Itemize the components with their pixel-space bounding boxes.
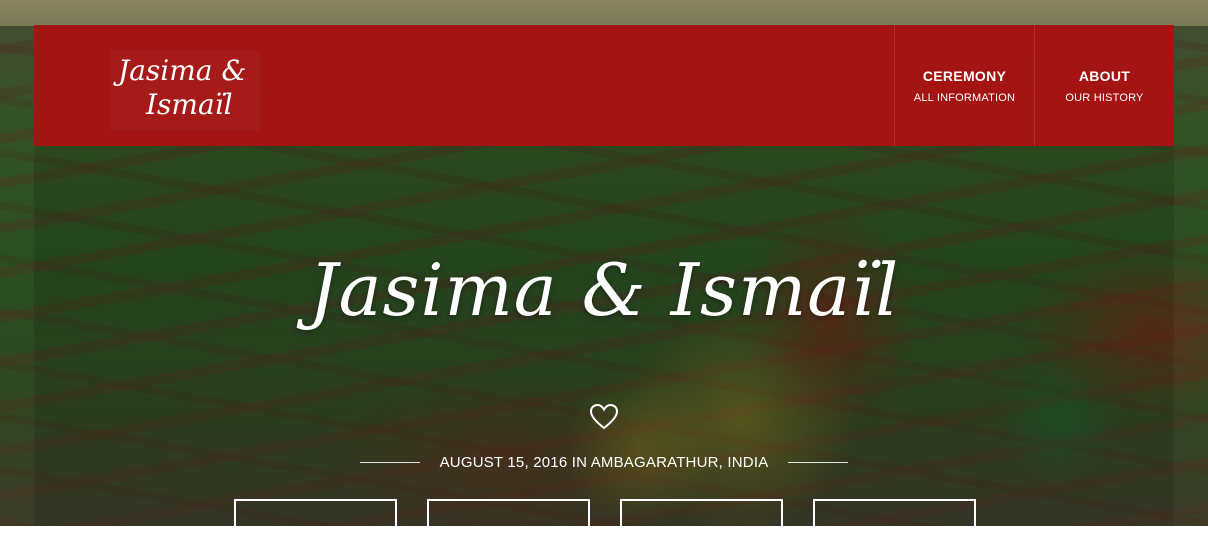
divider-left: [360, 461, 420, 463]
site-logo[interactable]: Jasima & Ismaïl: [110, 51, 260, 131]
hero-title: Jasima & Ismaïl: [308, 248, 900, 332]
hero-buttons: [234, 499, 976, 539]
top-background-strip: [0, 0, 1208, 26]
nav-item-subtitle: ALL INFORMATION: [913, 91, 1016, 104]
nav-item-ceremony[interactable]: CEREMONY ALL INFORMATION: [894, 25, 1034, 146]
logo-line-2: Ismaïl: [146, 88, 233, 121]
hero-button-3[interactable]: [620, 499, 783, 539]
main-nav: CEREMONY ALL INFORMATION ABOUT OUR HISTO…: [894, 25, 1174, 146]
nav-item-title: CEREMONY: [922, 67, 1007, 84]
hero-button-1[interactable]: [234, 499, 397, 539]
hero-button-4[interactable]: [813, 499, 976, 539]
date-location-line: AUGUST 15, 2016 IN AMBAGARATHUR, INDIA: [360, 452, 848, 472]
heart-outline-icon: [589, 403, 619, 430]
nav-item-about[interactable]: ABOUT OUR HISTORY: [1034, 25, 1174, 146]
site-header: Jasima & Ismaïl CEREMONY ALL INFORMATION…: [34, 25, 1174, 146]
nav-item-subtitle: OUR HISTORY: [1065, 91, 1144, 104]
date-location-text: AUGUST 15, 2016 IN AMBAGARATHUR, INDIA: [439, 453, 769, 471]
divider-right: [788, 461, 848, 463]
hero-button-2[interactable]: [427, 499, 590, 539]
nav-item-title: ABOUT: [1078, 67, 1131, 84]
logo-line-1: Jasima &: [118, 54, 247, 87]
